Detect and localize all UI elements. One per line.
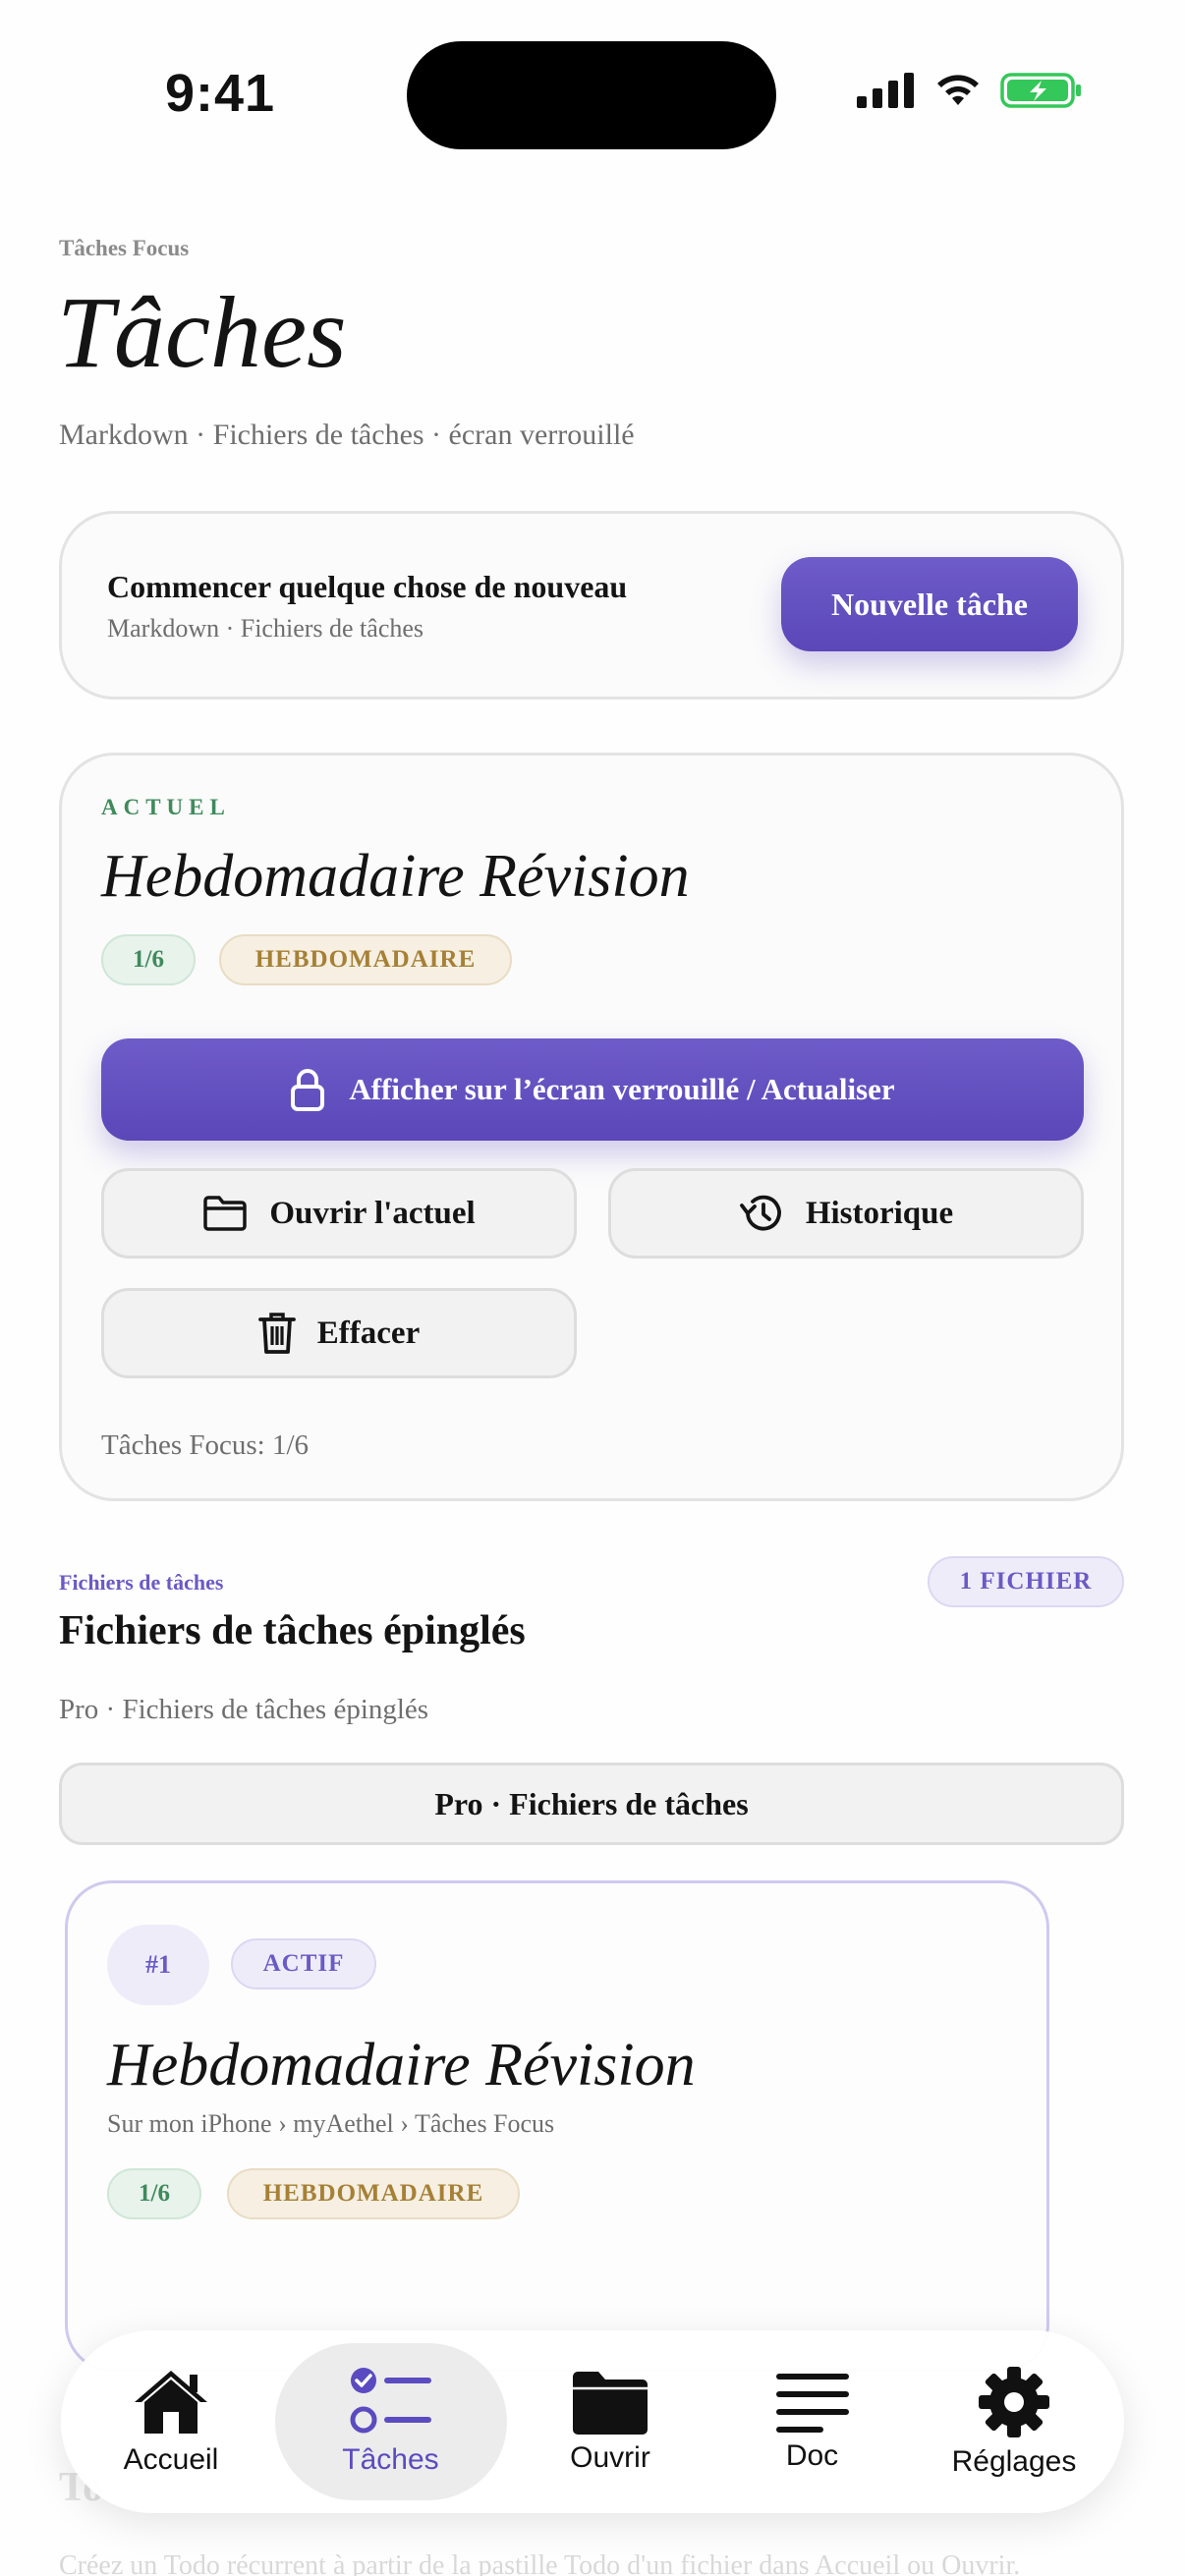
- status-icons: [857, 71, 1083, 110]
- tab-home[interactable]: Accueil: [73, 2343, 269, 2500]
- file-number-badge: #1: [107, 1925, 209, 2005]
- progress-pill: 1/6: [101, 934, 196, 985]
- page-title: Tâches: [57, 276, 347, 389]
- status-time: 9:41: [165, 64, 276, 123]
- tab-settings-label: Réglages: [951, 2445, 1077, 2478]
- folder-icon: [573, 2372, 648, 2435]
- current-task-card: ACTUEL Hebdomadaire Révision 1/6 HEBDOMA…: [59, 753, 1124, 1501]
- tab-settings[interactable]: Réglages: [916, 2343, 1112, 2500]
- page-eyebrow: Tâches Focus: [59, 236, 190, 260]
- clear-button[interactable]: Effacer: [101, 1288, 577, 1378]
- open-current-label: Ouvrir l'actuel: [269, 1195, 476, 1231]
- file-count-badge: 1 FICHIER: [928, 1556, 1124, 1607]
- lock-icon: [291, 1069, 325, 1111]
- battery-charging-icon: [1000, 73, 1081, 108]
- file-progress-pill: 1/6: [107, 2168, 201, 2219]
- text-lines-icon: [775, 2374, 849, 2433]
- show-on-lock-screen-button[interactable]: Afficher sur l’écran verrouillé / Actual…: [101, 1038, 1084, 1141]
- file-active-pill: ACTIF: [231, 1938, 376, 1989]
- gear-icon: [979, 2367, 1049, 2437]
- folder-icon: [203, 1196, 248, 1231]
- status-bar: 9:41: [0, 0, 1185, 167]
- history-icon: [739, 1195, 781, 1231]
- history-label: Historique: [805, 1195, 954, 1231]
- trash-icon: [257, 1313, 296, 1354]
- dynamic-island: [407, 41, 776, 149]
- files-section-subtitle: Pro · Fichiers de tâches épinglés: [59, 1694, 429, 1725]
- tab-open[interactable]: Ouvrir: [512, 2343, 708, 2500]
- current-task-title: Hebdomadaire Révision: [101, 843, 690, 910]
- pro-task-files-button[interactable]: Pro · Fichiers de tâches: [59, 1763, 1124, 1845]
- tab-doc[interactable]: Doc: [714, 2343, 911, 2500]
- checklist-icon: [350, 2368, 431, 2434]
- history-button[interactable]: Historique: [608, 1168, 1084, 1259]
- wifi-icon: [937, 75, 979, 105]
- new-task-card-title: Commencer quelque chose de nouveau: [107, 569, 628, 604]
- new-task-card-subtitle: Markdown · Fichiers de tâches: [107, 614, 424, 643]
- tab-open-label: Ouvrir: [570, 2441, 650, 2474]
- open-current-button[interactable]: Ouvrir l'actuel: [101, 1168, 577, 1259]
- new-task-card: Commencer quelque chose de nouveau Markd…: [59, 511, 1124, 700]
- current-card-footer: Tâches Focus: 1/6: [101, 1429, 310, 1461]
- files-section-title: Fichiers de tâches épinglés: [59, 1608, 526, 1653]
- tab-tasks-label: Tâches: [342, 2443, 439, 2476]
- frequency-pill: HEBDOMADAIRE: [219, 934, 512, 985]
- tab-bar: Accueil Tâches Ouvrir Doc Réglages: [61, 2330, 1124, 2513]
- clear-label: Effacer: [316, 1315, 421, 1351]
- current-label: ACTUEL: [101, 795, 231, 819]
- pinned-file-card[interactable]: #1 ACTIF Hebdomadaire Révision Sur mon i…: [65, 1880, 1049, 2372]
- tab-doc-label: Doc: [785, 2439, 839, 2472]
- page-subtitle: Markdown · Fichiers de tâches · écran ve…: [59, 419, 635, 451]
- tab-tasks[interactable]: Tâches: [274, 2343, 507, 2500]
- todo-section-hint: Créez un Todo récurrent à partir de la p…: [59, 2550, 1021, 2576]
- new-task-button[interactable]: Nouvelle tâche: [781, 557, 1078, 651]
- house-icon: [135, 2371, 207, 2434]
- file-path: Sur mon iPhone › myAethel › Tâches Focus: [107, 2109, 555, 2138]
- file-title: Hebdomadaire Révision: [107, 2032, 696, 2099]
- files-eyebrow: Fichiers de tâches: [59, 1570, 224, 1595]
- cellular-signal-icon: [857, 73, 914, 108]
- file-frequency-pill: HEBDOMADAIRE: [227, 2168, 520, 2219]
- show-on-lock-screen-label: Afficher sur l’écran verrouillé / Actual…: [349, 1072, 895, 1106]
- tab-home-label: Accueil: [123, 2443, 219, 2476]
